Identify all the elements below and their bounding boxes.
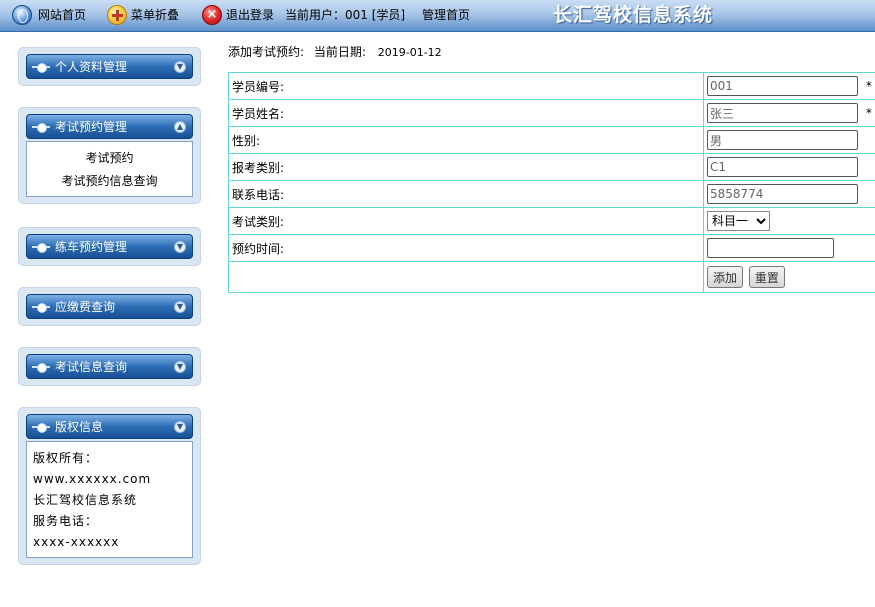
panel-title: 版权信息: [55, 420, 104, 434]
admin-home-link[interactable]: 管理首页: [422, 0, 470, 30]
panel-personal-info: 个人资料管理 ▼: [18, 47, 201, 86]
appointment-time-field[interactable]: [707, 238, 834, 258]
gender-label: 性别:: [228, 126, 704, 154]
chevron-up-icon[interactable]: ▲: [174, 121, 186, 133]
form-row-actions: 添加 重置: [228, 261, 875, 293]
panel-header[interactable]: 应缴费查询 ▼: [26, 294, 193, 319]
panel-title: 考试预约管理: [55, 120, 128, 134]
exam-appointment-form: 学员编号: * 学员姓名: * 性别: 报考类别: 联系电话: 考试类别:: [228, 72, 875, 293]
globe-icon[interactable]: [12, 5, 32, 25]
close-icon[interactable]: ×: [202, 5, 222, 25]
menu-item-exam-appointment-query[interactable]: 考试预约信息查询: [27, 170, 192, 193]
required-mark: *: [865, 106, 872, 120]
empty-cell: [228, 261, 704, 293]
copyright-system-name: 长汇驾校信息系统: [33, 493, 138, 507]
exam-type-label: 考试类别:: [228, 207, 704, 235]
exam-type-select[interactable]: 科目一: [707, 211, 770, 231]
form-row-student-id: 学员编号: *: [228, 72, 875, 100]
panel-title: 个人资料管理: [55, 60, 128, 74]
panel-title: 应缴费查询: [55, 300, 116, 314]
panel-practice-appointment: 练车预约管理 ▼: [18, 227, 201, 266]
bullet-icon: [32, 63, 50, 73]
student-id-label: 学员编号:: [228, 72, 704, 100]
panel-title: 练车预约管理: [55, 240, 128, 254]
panel-header[interactable]: 考试预约管理 ▲: [26, 114, 193, 139]
chevron-down-icon[interactable]: ▼: [174, 361, 186, 373]
panel-exam-appointment: 考试预约管理 ▲ 考试预约 考试预约信息查询: [18, 107, 201, 204]
input-cell: 科目一: [703, 207, 875, 235]
appointment-time-label: 预约时间:: [228, 234, 704, 262]
add-button[interactable]: 添加: [707, 266, 744, 288]
chevron-down-icon[interactable]: ▼: [174, 61, 186, 73]
collapse-menu-link[interactable]: 菜单折叠: [131, 0, 179, 30]
copyright-line: 版权所有：: [33, 451, 99, 465]
breadcrumb: 添加考试预约: 当前日期: 2019-01-12: [228, 43, 442, 60]
license-type-label: 报考类别:: [228, 153, 704, 181]
phone-field[interactable]: [707, 184, 858, 204]
date-label: 当前日期:: [313, 45, 366, 59]
form-row-exam-type: 考试类别: 科目一: [228, 207, 875, 235]
top-bar: 网站首页 菜单折叠 × 退出登录 当前用户：001 [学员] 管理首页 长汇驾校…: [0, 0, 875, 32]
panel-exam-info-query: 考试信息查询 ▼: [18, 347, 201, 386]
page-title: 添加考试预约:: [228, 45, 305, 59]
copyright-phone-label: 服务电话：: [33, 514, 99, 528]
input-cell: [703, 153, 875, 181]
logout-link[interactable]: 退出登录: [226, 0, 274, 30]
bullet-icon: [32, 363, 50, 373]
copyright-website: www.xxxxxx.com: [33, 472, 152, 486]
student-name-label: 学员姓名:: [228, 99, 704, 127]
form-row-appointment-time: 预约时间:: [228, 234, 875, 262]
phone-label: 联系电话:: [228, 180, 704, 208]
menu-item-exam-appointment[interactable]: 考试预约: [27, 147, 192, 170]
gender-field[interactable]: [707, 130, 858, 150]
bullet-icon: [32, 123, 50, 133]
form-row-license-type: 报考类别:: [228, 153, 875, 181]
required-mark: *: [865, 79, 872, 93]
bullet-icon: [32, 423, 50, 433]
panel-body: 考试预约 考试预约信息查询: [26, 141, 193, 197]
chevron-down-icon[interactable]: ▼: [174, 241, 186, 253]
home-link[interactable]: 网站首页: [38, 0, 86, 30]
copyright-body: 版权所有： www.xxxxxx.com 长汇驾校信息系统 服务电话： xxxx…: [26, 441, 193, 558]
chevron-down-icon[interactable]: ▼: [174, 301, 186, 313]
panel-header[interactable]: 练车预约管理 ▼: [26, 234, 193, 259]
reset-button[interactable]: 重置: [748, 266, 785, 288]
form-row-student-name: 学员姓名: *: [228, 99, 875, 127]
plus-icon[interactable]: [107, 5, 127, 25]
bullet-icon: [32, 303, 50, 313]
panel-copyright: 版权信息 ▼ 版权所有： www.xxxxxx.com 长汇驾校信息系统 服务电…: [18, 407, 201, 565]
input-cell: [703, 234, 875, 262]
input-cell: [703, 180, 875, 208]
panel-header[interactable]: 考试信息查询 ▼: [26, 354, 193, 379]
form-row-phone: 联系电话:: [228, 180, 875, 208]
actions-cell: 添加 重置: [703, 261, 875, 293]
panel-header[interactable]: 个人资料管理 ▼: [26, 54, 193, 79]
input-cell: *: [703, 99, 875, 127]
system-title: 长汇驾校信息系统: [553, 4, 714, 26]
bullet-icon: [32, 243, 50, 253]
panel-fee-query: 应缴费查询 ▼: [18, 287, 201, 326]
copyright-phone: xxxx-xxxxxx: [33, 535, 120, 549]
chevron-down-icon[interactable]: ▼: [174, 421, 186, 433]
input-cell: *: [703, 72, 875, 100]
form-row-gender: 性别:: [228, 126, 875, 154]
date-value: 2019-01-12: [377, 46, 442, 59]
panel-title: 考试信息查询: [55, 360, 128, 374]
student-id-field[interactable]: [707, 76, 858, 96]
license-type-field[interactable]: [707, 157, 858, 177]
input-cell: [703, 126, 875, 154]
student-name-field[interactable]: [707, 103, 858, 123]
panel-header[interactable]: 版权信息 ▼: [26, 414, 193, 439]
current-user: 当前用户：001 [学员]: [285, 8, 406, 22]
